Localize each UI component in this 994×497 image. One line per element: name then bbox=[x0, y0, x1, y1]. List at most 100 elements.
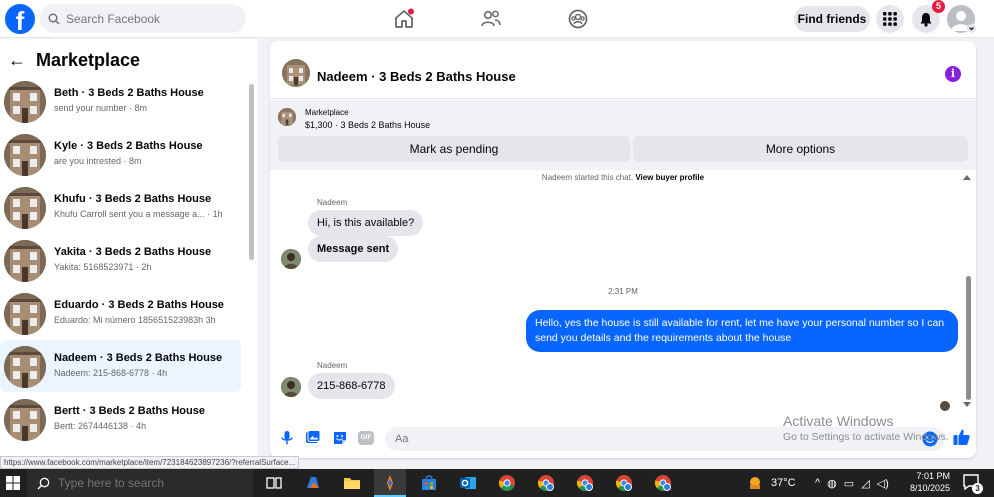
friends-icon[interactable] bbox=[479, 7, 503, 31]
house-thumbnail-icon bbox=[4, 399, 46, 441]
search-icon bbox=[37, 477, 50, 489]
file-explorer-icon[interactable] bbox=[343, 474, 361, 492]
gif-icon[interactable]: GIF bbox=[358, 431, 374, 445]
activate-windows-subtext: Go to Settings to activate Windows. bbox=[783, 431, 949, 443]
conversation-name: Nadeem · 3 Beds 2 Baths House bbox=[54, 352, 223, 364]
conversation-snippet: Eduardo: Mi número 185651523983h 3h bbox=[54, 315, 216, 325]
battery-icon[interactable]: ▭ bbox=[844, 477, 854, 490]
chat-panel: Nadeem · 3 Beds 2 Baths House i Marketpl… bbox=[270, 41, 976, 458]
menu-button[interactable] bbox=[876, 5, 904, 33]
incoming-message[interactable]: Hi, is this available? bbox=[308, 210, 424, 236]
chrome-profile-icon[interactable] bbox=[576, 474, 594, 492]
windows-taskbar: 37°C ^ ◍ ▭ ◿ ◁) 7:01 PM 8/10/2025 3 bbox=[0, 469, 994, 497]
conversation-snippet: Yakita: 5168523971 · 2h bbox=[54, 262, 152, 272]
sidebar-header: ← Marketplace bbox=[8, 50, 140, 71]
conversation-item[interactable]: Nadeem · 3 Beds 2 Baths House Nadeem: 215… bbox=[0, 340, 241, 392]
conversation-item[interactable]: Beth · 3 Beds 2 Baths House send your num… bbox=[0, 75, 241, 127]
network-icon[interactable]: ◿ bbox=[861, 477, 869, 490]
back-arrow-icon[interactable]: ← bbox=[8, 50, 26, 71]
photo-icon[interactable] bbox=[305, 430, 321, 446]
conversation-item[interactable]: Yakita · 3 Beds 2 Baths House Yakita: 516… bbox=[0, 234, 241, 286]
sidebar-scrollbar[interactable] bbox=[249, 84, 254, 260]
volume-icon[interactable]: ◁) bbox=[877, 477, 889, 490]
sender-avatar[interactable] bbox=[281, 377, 301, 397]
conversation-snippet: Bertt: 2674446138 · 4h bbox=[54, 421, 147, 431]
thumbs-up-icon[interactable] bbox=[953, 428, 970, 446]
conversation-thumbnail bbox=[4, 399, 46, 441]
listing-thumbnail[interactable] bbox=[278, 108, 296, 126]
listing-source: Marketplace bbox=[305, 108, 349, 117]
store-icon[interactable] bbox=[420, 474, 438, 492]
chrome-profile-icon[interactable] bbox=[537, 474, 555, 492]
view-buyer-profile-link[interactable]: View buyer profile bbox=[635, 173, 704, 182]
incoming-message[interactable]: 215-868-6778 bbox=[308, 373, 395, 399]
microphone-icon[interactable] bbox=[279, 430, 295, 446]
chrome-icon[interactable] bbox=[498, 474, 516, 492]
house-thumbnail-icon bbox=[4, 293, 46, 335]
sticker-icon[interactable] bbox=[332, 430, 348, 446]
outlook-icon[interactable] bbox=[459, 474, 477, 492]
mark-as-pending-button[interactable]: Mark as pending bbox=[278, 136, 630, 162]
conversation-thumbnail bbox=[4, 293, 46, 335]
top-navigation-bar: f Find friends 5 bbox=[0, 0, 994, 38]
task-view-icon[interactable] bbox=[265, 474, 283, 492]
chat-header: Nadeem · 3 Beds 2 Baths House i bbox=[270, 41, 976, 99]
chat-scrollbar[interactable] bbox=[966, 276, 971, 400]
notification-badge: 5 bbox=[932, 0, 945, 13]
weather-widget[interactable]: 37°C bbox=[746, 469, 796, 497]
conversation-thumbnail bbox=[4, 240, 46, 282]
conversation-snippet: Nadeem: 215-868-6778 · 4h bbox=[54, 368, 168, 378]
info-icon[interactable]: i bbox=[945, 66, 961, 82]
temperature: 37°C bbox=[771, 477, 796, 489]
system-tray: ^ ◍ ▭ ◿ ◁) bbox=[815, 469, 889, 497]
weather-sun-icon bbox=[750, 477, 760, 489]
conversation-snippet: send your number · 8m bbox=[54, 103, 148, 113]
scroll-down-arrow-icon[interactable] bbox=[963, 402, 971, 408]
sender-avatar[interactable] bbox=[281, 249, 301, 269]
meet-now-icon[interactable]: ◍ bbox=[827, 477, 837, 490]
chrome-profile-icon[interactable] bbox=[615, 474, 633, 492]
search-input[interactable] bbox=[66, 11, 226, 26]
taskbar-search[interactable] bbox=[27, 469, 253, 497]
conversation-item[interactable]: Khufu · 3 Beds 2 Baths House Khufu Carrol… bbox=[0, 181, 241, 233]
chevron-down-icon[interactable] bbox=[967, 24, 976, 33]
copilot-icon[interactable] bbox=[304, 474, 322, 492]
active-app-slot[interactable] bbox=[374, 469, 406, 497]
taskbar-search-input[interactable] bbox=[58, 476, 238, 490]
scroll-up-arrow-icon[interactable] bbox=[963, 174, 971, 180]
more-options-button[interactable]: More options bbox=[633, 136, 968, 162]
message-thread: Nadeem started this chat. View buyer pro… bbox=[270, 170, 976, 420]
house-thumbnail-icon bbox=[278, 108, 296, 126]
clock-time: 7:01 PM bbox=[916, 471, 950, 481]
search-icon bbox=[48, 13, 60, 24]
house-thumbnail-icon bbox=[4, 187, 46, 229]
tray-chevron-icon[interactable]: ^ bbox=[815, 477, 820, 489]
conversation-thumbnail bbox=[4, 134, 46, 176]
conversation-snippet: are you intrested · 8m bbox=[54, 156, 142, 166]
chat-start-notice: Nadeem started this chat. View buyer pro… bbox=[270, 173, 976, 182]
conversation-item[interactable]: Eduardo · 3 Beds 2 Baths House Eduardo: M… bbox=[0, 287, 241, 339]
search-box[interactable] bbox=[40, 4, 246, 33]
windows-start-icon[interactable] bbox=[6, 476, 20, 490]
link-status-url: https://www.facebook.com/marketplace/ite… bbox=[0, 456, 300, 469]
conversation-thumbnail bbox=[4, 346, 46, 388]
conversation-item[interactable]: Kyle · 3 Beds 2 Baths House are you intre… bbox=[0, 128, 241, 180]
find-friends-button[interactable]: Find friends bbox=[794, 6, 870, 32]
outgoing-message[interactable]: Hello, yes the house is still available … bbox=[526, 310, 958, 352]
conversation-item[interactable]: Bertt · 3 Beds 2 Baths House Bertt: 26744… bbox=[0, 393, 241, 445]
conversation-name: Khufu · 3 Beds 2 Baths House bbox=[54, 193, 212, 205]
home-icon[interactable] bbox=[392, 7, 416, 31]
conversation-name: Yakita · 3 Beds 2 Baths House bbox=[54, 246, 212, 258]
sender-name: Nadeem bbox=[317, 198, 348, 207]
activate-windows-watermark: Activate Windows bbox=[783, 413, 894, 429]
incoming-message[interactable]: Message sent bbox=[308, 236, 399, 262]
groups-icon[interactable] bbox=[566, 7, 590, 31]
taskbar-clock[interactable]: 7:01 PM 8/10/2025 bbox=[906, 470, 950, 494]
sender-name: Nadeem bbox=[317, 361, 348, 370]
message-timestamp: 2:31 PM bbox=[608, 287, 638, 296]
chrome-profile-icon[interactable] bbox=[654, 474, 672, 492]
read-receipt-avatar bbox=[940, 401, 950, 411]
chat-listing-avatar[interactable] bbox=[282, 59, 310, 87]
facebook-logo[interactable]: f bbox=[5, 4, 35, 34]
clock-date: 8/10/2025 bbox=[909, 483, 950, 493]
